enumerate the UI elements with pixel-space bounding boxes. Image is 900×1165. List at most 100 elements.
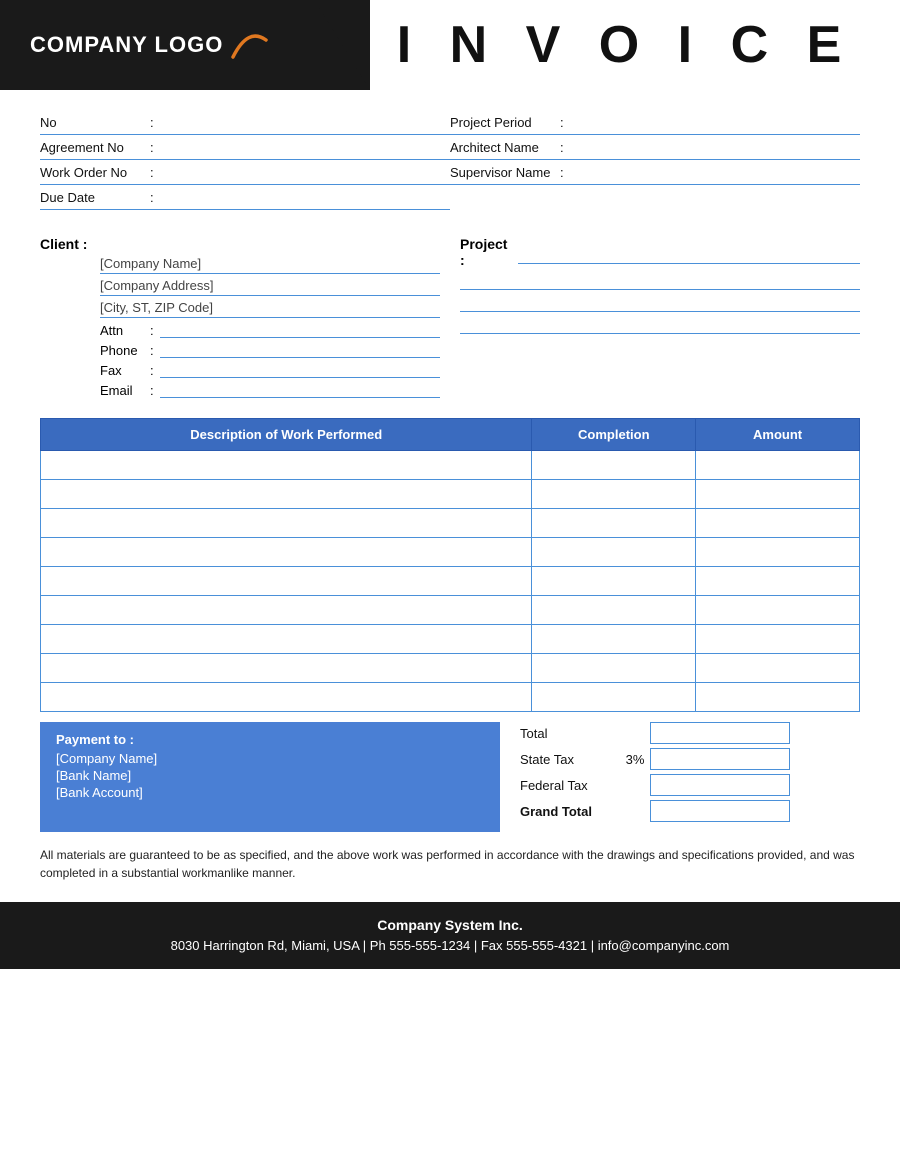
value-attn bbox=[160, 322, 440, 338]
cell-completion-8 bbox=[532, 683, 696, 712]
cell-completion-5 bbox=[532, 596, 696, 625]
totals-row-total: Total bbox=[520, 722, 860, 744]
label-agreement-no: Agreement No bbox=[40, 140, 150, 155]
totals-block: Total State Tax 3% Federal Tax Grand Tot… bbox=[520, 722, 860, 826]
payment-block: Payment to : [Company Name] [Bank Name] … bbox=[40, 722, 500, 832]
value-federal-tax bbox=[650, 774, 790, 796]
work-table: Description of Work Performed Completion… bbox=[40, 418, 860, 712]
cell-amount-8 bbox=[696, 683, 860, 712]
cell-amount-2 bbox=[696, 509, 860, 538]
value-total bbox=[650, 722, 790, 744]
info-row-project-period: Project Period : bbox=[450, 110, 860, 135]
cell-completion-3 bbox=[532, 538, 696, 567]
label-no: No bbox=[40, 115, 150, 130]
cell-completion-0 bbox=[532, 451, 696, 480]
payment-bank-name: [Bank Name] bbox=[56, 768, 484, 783]
cell-completion-4 bbox=[532, 567, 696, 596]
client-fax-row: Fax : bbox=[100, 362, 440, 378]
cell-completion-1 bbox=[532, 480, 696, 509]
cell-amount-0 bbox=[696, 451, 860, 480]
value-due-date bbox=[162, 189, 450, 205]
col-header-amount: Amount bbox=[696, 419, 860, 451]
label-architect-name: Architect Name bbox=[450, 140, 560, 155]
page-header: COMPANY LOGO I N V O I C E bbox=[0, 0, 900, 90]
info-row-right-empty bbox=[450, 185, 860, 209]
table-row bbox=[41, 509, 860, 538]
totals-row-federal-tax: Federal Tax bbox=[520, 774, 860, 796]
project-line-1 bbox=[518, 246, 860, 264]
cell-description-7 bbox=[41, 654, 532, 683]
col-header-completion: Completion bbox=[532, 419, 696, 451]
cell-description-5 bbox=[41, 596, 532, 625]
invoice-title: I N V O I C E bbox=[397, 15, 854, 75]
client-city-zip: [City, ST, ZIP Code] bbox=[100, 300, 440, 318]
table-row bbox=[41, 625, 860, 654]
value-no bbox=[162, 114, 450, 130]
info-row-agreement: Agreement No : bbox=[40, 135, 450, 160]
project-label: Project : bbox=[460, 236, 860, 268]
cell-description-8 bbox=[41, 683, 532, 712]
cell-description-0 bbox=[41, 451, 532, 480]
info-row-duedate: Due Date : bbox=[40, 185, 450, 210]
logo-section: COMPANY LOGO bbox=[0, 0, 370, 90]
totals-row-state-tax: State Tax 3% bbox=[520, 748, 860, 770]
table-header-row: Description of Work Performed Completion… bbox=[41, 419, 860, 451]
client-company-address: [Company Address] bbox=[100, 278, 440, 296]
cell-amount-1 bbox=[696, 480, 860, 509]
info-left: No : Agreement No : Work Order No : Due … bbox=[40, 110, 450, 210]
value-phone bbox=[160, 342, 440, 358]
info-section: No : Agreement No : Work Order No : Due … bbox=[0, 90, 900, 220]
table-row bbox=[41, 683, 860, 712]
client-company-name: [Company Name] bbox=[100, 256, 440, 274]
value-state-tax bbox=[650, 748, 790, 770]
payment-company-name: [Company Name] bbox=[56, 751, 484, 766]
info-right: Project Period : Architect Name : Superv… bbox=[450, 110, 860, 210]
cell-amount-7 bbox=[696, 654, 860, 683]
value-fax bbox=[160, 362, 440, 378]
label-total: Total bbox=[520, 726, 620, 741]
client-phone-row: Phone : bbox=[100, 342, 440, 358]
payment-bank-account: [Bank Account] bbox=[56, 785, 484, 800]
client-email-row: Email : bbox=[100, 382, 440, 398]
cell-description-4 bbox=[41, 567, 532, 596]
label-state-tax: State Tax bbox=[520, 752, 620, 767]
footer-section: Payment to : [Company Name] [Bank Name] … bbox=[40, 722, 860, 832]
label-fax: Fax bbox=[100, 363, 150, 378]
project-block: Project : bbox=[440, 236, 860, 402]
cell-description-2 bbox=[41, 509, 532, 538]
client-attn-row: Attn : bbox=[100, 322, 440, 338]
info-row-no: No : bbox=[40, 110, 450, 135]
cell-amount-6 bbox=[696, 625, 860, 654]
cell-completion-2 bbox=[532, 509, 696, 538]
label-work-order-no: Work Order No bbox=[40, 165, 150, 180]
table-row bbox=[41, 654, 860, 683]
cell-description-3 bbox=[41, 538, 532, 567]
label-project-period: Project Period bbox=[450, 115, 560, 130]
label-federal-tax: Federal Tax bbox=[520, 778, 620, 793]
table-row bbox=[41, 480, 860, 509]
col-header-description: Description of Work Performed bbox=[41, 419, 532, 451]
cell-description-6 bbox=[41, 625, 532, 654]
value-email bbox=[160, 382, 440, 398]
footer-bar: Company System Inc. 8030 Harrington Rd, … bbox=[0, 902, 900, 969]
project-line-3 bbox=[460, 294, 860, 312]
invoice-title-section: I N V O I C E bbox=[370, 0, 900, 90]
cell-amount-3 bbox=[696, 538, 860, 567]
label-email: Email bbox=[100, 383, 150, 398]
totals-row-grand-total: Grand Total bbox=[520, 800, 860, 822]
client-fields: [Company Name] [Company Address] [City, … bbox=[40, 256, 440, 398]
cell-completion-6 bbox=[532, 625, 696, 654]
footer-company-name: Company System Inc. bbox=[20, 914, 880, 936]
footer-details: 8030 Harrington Rd, Miami, USA | Ph 555-… bbox=[20, 936, 880, 957]
table-row bbox=[41, 451, 860, 480]
label-due-date: Due Date bbox=[40, 190, 150, 205]
info-grid: No : Agreement No : Work Order No : Due … bbox=[40, 110, 860, 210]
payment-title: Payment to : bbox=[56, 732, 484, 747]
info-row-supervisor: Supervisor Name : bbox=[450, 160, 860, 185]
value-project-period bbox=[572, 114, 860, 130]
info-row-workorder: Work Order No : bbox=[40, 160, 450, 185]
disclaimer-text: All materials are guaranteed to be as sp… bbox=[40, 846, 860, 882]
project-line-2 bbox=[460, 272, 860, 290]
value-grand-total bbox=[650, 800, 790, 822]
client-block: Client : [Company Name] [Company Address… bbox=[40, 236, 440, 402]
